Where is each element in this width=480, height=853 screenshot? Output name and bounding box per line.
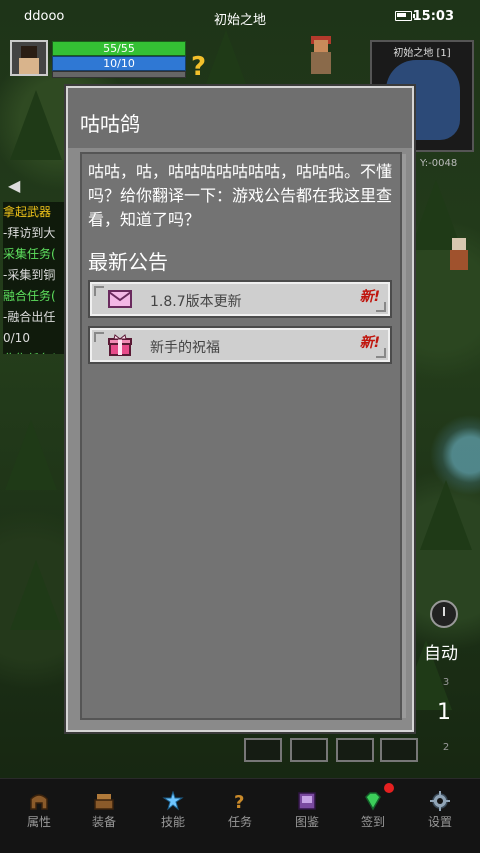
- battery-icon: [395, 11, 415, 21]
- quest-line[interactable]: 采集任务(: [3, 244, 67, 265]
- tree-sprite: [420, 480, 472, 550]
- tree-sprite: [10, 90, 62, 160]
- quest-line[interactable]: 融合任务(: [3, 286, 67, 307]
- dialog-header: 咕咕鸽: [68, 88, 412, 148]
- npc-sprite[interactable]: [446, 236, 472, 276]
- speed-value: 1: [437, 700, 451, 725]
- new-badge: 新!: [359, 289, 380, 305]
- mp-bar: 10/10: [52, 56, 186, 71]
- nav-item-label: 装备: [91, 815, 116, 829]
- quest-line[interactable]: -拜访到大: [3, 223, 67, 244]
- timer-icon[interactable]: [430, 600, 458, 628]
- speed-down-button[interactable]: 2: [436, 742, 456, 756]
- nav-item-skills[interactable]: 技能: [143, 779, 203, 853]
- skill-slot[interactable]: [244, 738, 282, 762]
- player-avatar[interactable]: [10, 40, 48, 76]
- tree-sprite: [5, 420, 57, 490]
- gem-icon: [362, 791, 384, 811]
- hp-bar: 55/55: [52, 41, 186, 56]
- game-world[interactable]: ddooo 初始之地 15:03 55/55 10/10 ? 初始之地 [1] …: [0, 0, 480, 853]
- announcement-item[interactable]: 新手的祝福 新!: [88, 326, 392, 364]
- announcement-title: 1.8.7版本更新: [150, 294, 242, 310]
- equipment-icon: [93, 791, 115, 811]
- nav-item-label: 任务: [227, 815, 252, 829]
- auto-button[interactable]: 自动: [424, 639, 458, 664]
- nav-item-signin[interactable]: 签到: [343, 779, 403, 853]
- nav-item-codex[interactable]: 图鉴: [277, 779, 337, 853]
- minimap-title: 初始之地 [1]: [393, 48, 451, 59]
- announcement-item[interactable]: 1.8.7版本更新 新!: [88, 280, 392, 318]
- quest-icon: ?: [229, 791, 251, 813]
- nav-item-label: 图鉴: [294, 815, 319, 829]
- nav-item-label: 属性: [26, 815, 51, 829]
- new-badge: 新!: [359, 335, 380, 351]
- nav-item-label: 签到: [360, 815, 385, 829]
- nav-item-label: 技能: [160, 815, 185, 829]
- dialog-body[interactable]: 咕咕，咕，咕咕咕咕咕咕咕，咕咕咕。不懂吗？给你翻译一下：游戏公告都在我这里查看，…: [80, 152, 406, 720]
- quest-line[interactable]: 0/10: [3, 328, 67, 349]
- gear-icon: [429, 791, 451, 811]
- system-status-bar: ddooo 初始之地 15:03: [0, 0, 480, 32]
- coordinate-readout: Y:-0048: [420, 158, 458, 169]
- speed-up-button[interactable]: 3: [436, 677, 456, 691]
- xp-bar: [52, 71, 186, 78]
- nav-item-attributes[interactable]: 属性: [9, 779, 69, 853]
- collapse-arrow-icon[interactable]: ◀: [8, 176, 20, 195]
- skill-slot[interactable]: [380, 738, 418, 762]
- nav-item-equipment[interactable]: 装备: [74, 779, 134, 853]
- announcement-dialog: 咕咕鸽 咕咕，咕，咕咕咕咕咕咕咕，咕咕咕。不懂吗？给你翻译一下：游戏公告都在我这…: [64, 84, 416, 734]
- notification-badge: [384, 783, 394, 793]
- envelope-icon: [108, 290, 132, 308]
- bottom-nav: 属性 装备 技能? 任务 图鉴 签到 设置: [0, 778, 480, 853]
- quest-tracker[interactable]: 拿起武器-拜访到大采集任务(-采集到铜融合任务(-融合出任0/10收集任务(-收…: [3, 202, 67, 354]
- quest-line[interactable]: -融合出任: [3, 307, 67, 328]
- question-mark-icon[interactable]: ?: [191, 54, 206, 80]
- skill-slot[interactable]: [336, 738, 374, 762]
- gift-icon: [108, 334, 132, 356]
- section-title: 最新公告: [88, 250, 168, 274]
- codex-icon: [296, 791, 318, 811]
- quest-line[interactable]: -采集到铜: [3, 265, 67, 286]
- quest-line[interactable]: 收集任务(: [3, 349, 67, 354]
- announcement-title: 新手的祝福: [150, 340, 220, 356]
- dialog-title: 咕咕鸽: [80, 112, 140, 136]
- npc-sprite[interactable]: [306, 36, 336, 80]
- skill-icon: [162, 790, 184, 811]
- nav-item-settings[interactable]: 设置: [410, 779, 470, 853]
- tree-sprite: [10, 560, 62, 630]
- nav-item-label: 设置: [427, 815, 452, 829]
- quest-line[interactable]: 拿起武器: [3, 202, 67, 223]
- helmet-icon: [28, 791, 50, 811]
- skill-slot[interactable]: [290, 738, 328, 762]
- scrollbar[interactable]: [402, 154, 406, 718]
- nav-item-quests[interactable]: ? 任务: [210, 779, 270, 853]
- intro-text: 咕咕，咕，咕咕咕咕咕咕咕，咕咕咕。不懂吗？给你翻译一下：游戏公告都在我这里查看，…: [88, 162, 393, 229]
- svg-text:?: ?: [234, 792, 244, 811]
- clock-label: 15:03: [412, 9, 454, 24]
